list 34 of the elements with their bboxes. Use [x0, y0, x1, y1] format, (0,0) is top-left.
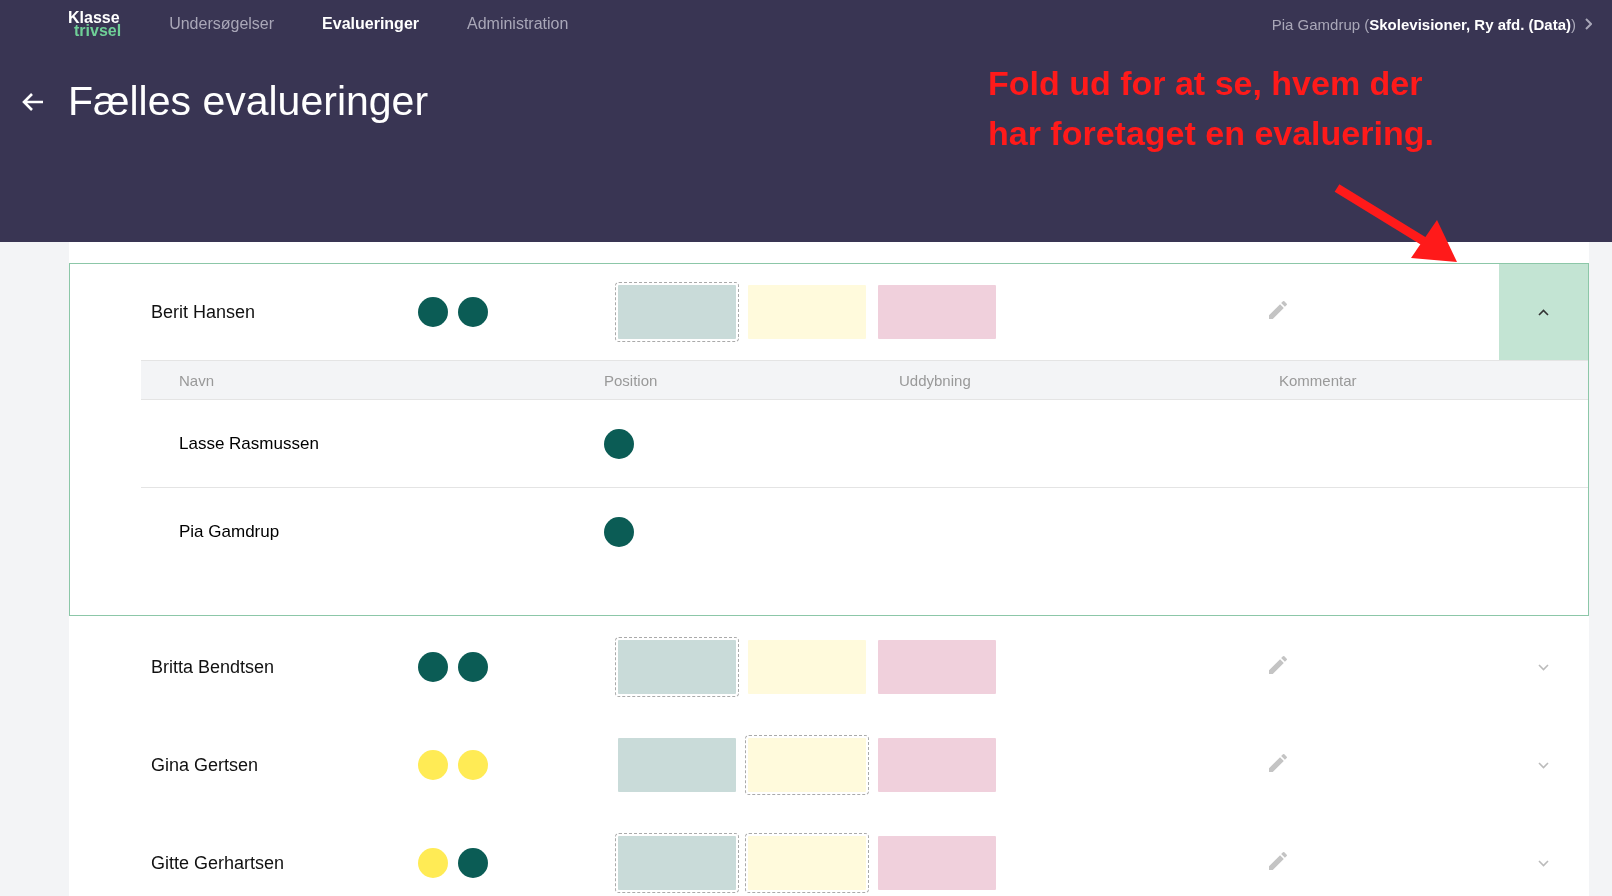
- person-name: Berit Hansen: [150, 301, 257, 323]
- nav-link[interactable]: Undersøgelser: [169, 15, 275, 33]
- annotation-text: Fold ud for at se, hvem der: [988, 63, 1424, 104]
- chevron-down-icon: [1537, 663, 1549, 671]
- page-title: Fælles evalueringer: [68, 78, 429, 125]
- logo[interactable]: Klasse trivsel: [68, 11, 122, 37]
- user-menu[interactable]: Pia Gamdrup (Skolevisioner, Ry afd. (Data)): [1271, 15, 1576, 33]
- table-cell-text: Pia Gamdrup: [178, 521, 281, 542]
- person-name: Gitte Gerhartsen: [150, 852, 286, 874]
- column-header: Position: [604, 371, 659, 389]
- nav-link[interactable]: Administration: [467, 15, 569, 33]
- expand-toggle[interactable]: [1498, 264, 1588, 360]
- edit-icon[interactable]: [1266, 849, 1290, 873]
- column-header: Uddybning: [899, 371, 972, 389]
- rating-option[interactable]: [745, 735, 870, 795]
- rating-option[interactable]: [615, 282, 740, 342]
- chevron-down-icon: [1537, 761, 1549, 769]
- edit-icon[interactable]: [1266, 751, 1290, 775]
- table-cell-text: Lasse Rasmussen: [178, 433, 320, 454]
- edit-icon[interactable]: [1266, 653, 1290, 677]
- rating-option[interactable]: [615, 833, 740, 893]
- person-name: Britta Bendtsen: [150, 656, 276, 678]
- chevron-up-icon: [1537, 308, 1549, 316]
- rating-option[interactable]: [745, 833, 870, 893]
- edit-icon[interactable]: [1266, 298, 1290, 322]
- annotation-text: har foretaget en evaluering.: [988, 113, 1434, 154]
- column-header: Kommentar: [1279, 371, 1357, 389]
- chevron-down-icon: [1537, 859, 1549, 867]
- chevron-right-icon[interactable]: [1584, 18, 1592, 30]
- back-arrow-icon[interactable]: [22, 91, 44, 112]
- person-name: Gina Gertsen: [150, 754, 260, 776]
- rating-option[interactable]: [615, 637, 740, 697]
- column-header: Navn: [178, 371, 216, 389]
- nav-link[interactable]: Evalueringer: [322, 15, 419, 33]
